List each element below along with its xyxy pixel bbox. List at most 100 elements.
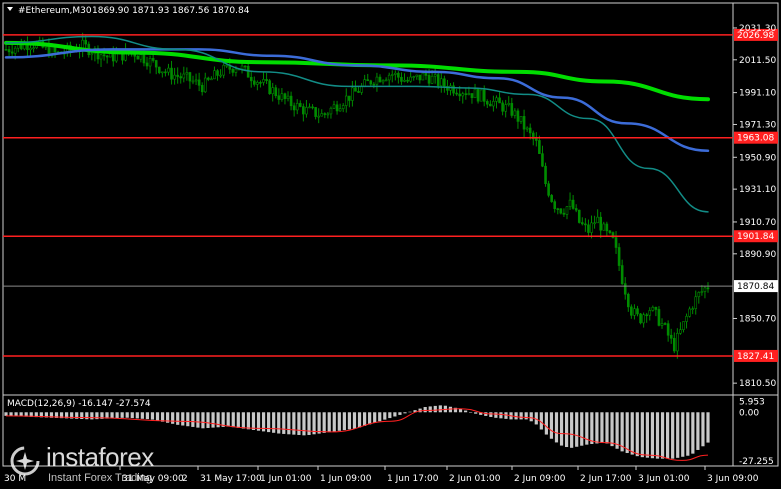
macd-histogram-bar [474, 412, 478, 414]
candle-body [387, 74, 391, 81]
candle-body [182, 73, 186, 79]
macd-histogram-bar [605, 412, 609, 444]
macd-histogram-bar [575, 412, 579, 447]
candle-body [700, 291, 704, 293]
candle-body [102, 54, 106, 57]
price-chart: 2026.981963.081901.841827.411870.84 5.95… [0, 0, 781, 489]
candle-body [32, 47, 35, 50]
candle-body [213, 70, 216, 80]
macd-histogram-bar [206, 412, 210, 428]
candle-body [234, 68, 238, 73]
macd-histogram-bar [423, 407, 427, 413]
candle-body [256, 82, 259, 85]
candle-body [706, 287, 710, 290]
candle-body [13, 47, 17, 54]
candle-body [302, 106, 305, 115]
y-tick-label: 1910.70 [739, 218, 776, 228]
level-label: 1901.84 [737, 232, 774, 242]
candle-body [565, 206, 569, 215]
y-tick-label: 1931.10 [739, 185, 776, 195]
candle-body [210, 78, 213, 81]
macd-histogram-bar [610, 412, 614, 447]
candle-body [145, 62, 149, 67]
candle-body [562, 212, 566, 215]
macd-histogram-bar [201, 412, 205, 429]
candle-body [691, 308, 694, 310]
macd-histogram-bar [317, 412, 321, 434]
candle-body [375, 76, 379, 85]
candle-body [397, 72, 400, 78]
y-tick-label: 2011.50 [739, 56, 776, 66]
candle-body [136, 55, 140, 60]
candle-body [4, 49, 8, 51]
macd-histogram-bar [125, 412, 129, 418]
macd-histogram-bar [590, 412, 594, 444]
candle-body [672, 338, 676, 352]
symbol-label: #Ethereum,M30 [18, 6, 92, 16]
macd-histogram-bar [655, 412, 660, 459]
candle-body [479, 89, 483, 102]
candle-body [495, 97, 498, 102]
candle-body [249, 76, 253, 82]
macd-histogram-bar [322, 412, 326, 433]
candle-body [645, 314, 648, 317]
macd-histogram-bar [469, 412, 473, 413]
candle-body [430, 75, 434, 84]
macd-histogram-bar [706, 412, 710, 443]
candle-body [148, 58, 152, 67]
candle-body [556, 208, 560, 210]
macd-histogram-bar [499, 412, 503, 419]
macd-histogram-bar [625, 412, 629, 454]
candle-body [381, 80, 385, 83]
candle-body [504, 104, 507, 112]
macd-histogram-bar [332, 412, 336, 432]
candle-body [467, 93, 471, 95]
candle-body [620, 265, 624, 284]
macd-histogram-bar [701, 412, 705, 447]
candle-body [243, 65, 247, 68]
candle-body [574, 208, 578, 211]
candle-body [685, 316, 688, 322]
candle-body [553, 201, 557, 209]
candle-body [344, 95, 348, 106]
candle-body [694, 296, 698, 309]
candle-body [253, 80, 256, 85]
macd-histogram-bar [570, 412, 574, 448]
candle-body [7, 49, 11, 53]
macd-histogram-bar [145, 412, 150, 420]
y-tick-label: 1950.90 [739, 153, 776, 163]
macd-histogram-bar [337, 412, 341, 431]
macd-histogram-bar [529, 412, 533, 422]
macd-histogram-bar [4, 412, 8, 416]
candle-body [280, 93, 284, 100]
macd-histogram-bar [150, 412, 155, 420]
candle-body [587, 224, 590, 233]
candle-body [657, 309, 661, 326]
candle-body [191, 80, 195, 83]
candle-body [341, 105, 345, 109]
candle-body [489, 103, 492, 107]
x-tick-label: 2 Jun 01:00 [449, 474, 501, 484]
candle-body [216, 70, 219, 76]
candle-body [559, 208, 563, 214]
candle-body [581, 222, 584, 225]
ohlc-values: 1869.90 1871.93 1867.56 1870.84 [92, 6, 250, 16]
brand-watermark: instaforex Instant Forex Trading [6, 440, 196, 486]
macd-histogram-bar [277, 412, 281, 434]
candle-body [265, 79, 268, 81]
candle-body [366, 79, 370, 82]
macd-histogram-bar [564, 412, 569, 448]
candle-body [412, 76, 416, 78]
x-tick-label: 3 Jun 01:00 [638, 474, 690, 484]
candle-body [535, 138, 538, 141]
macd-histogram-bar [645, 412, 649, 458]
macd-histogram-bar [665, 412, 670, 459]
candle-body [176, 74, 179, 77]
candle-body [369, 80, 373, 85]
candle-body [415, 74, 419, 77]
candle-body [452, 85, 455, 94]
candle-body [440, 78, 443, 87]
macd-histogram-bar [282, 412, 286, 434]
candle-body [544, 165, 547, 185]
candle-body [623, 283, 627, 295]
